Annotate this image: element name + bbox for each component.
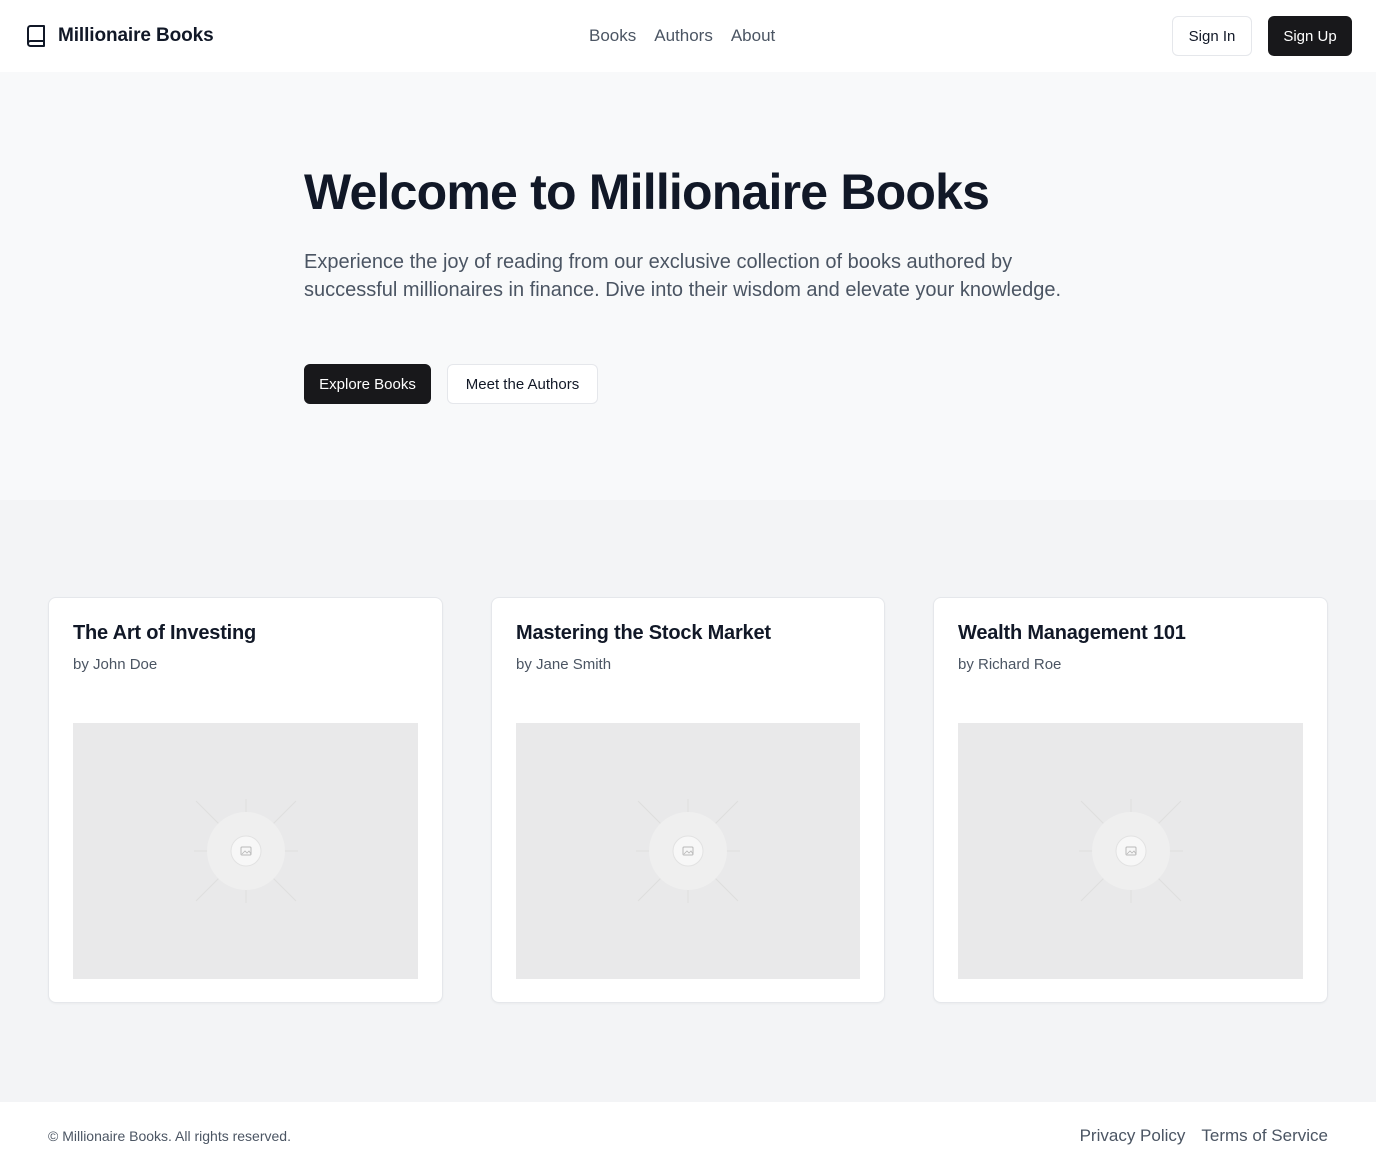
sign-in-button[interactable]: Sign In <box>1172 16 1252 56</box>
image-placeholder-icon <box>636 799 740 903</box>
book-card[interactable]: The Art of Investing by John Doe <box>48 597 443 1003</box>
brand-name: Millionaire Books <box>58 25 214 46</box>
book-author: by Jane Smith <box>516 656 612 673</box>
nav-link-about[interactable]: About <box>730 26 776 46</box>
site-header: Millionaire Books Books Authors About Si… <box>0 0 1376 72</box>
book-title: Mastering the Stock Market <box>516 622 771 644</box>
site-footer: © Millionaire Books. All rights reserved… <box>0 1102 1376 1172</box>
main-nav: Books Authors About <box>588 24 776 48</box>
explore-books-button[interactable]: Explore Books <box>304 364 431 404</box>
book-cover-placeholder <box>516 723 860 979</box>
sign-up-button[interactable]: Sign Up <box>1268 16 1352 56</box>
book-card[interactable]: Wealth Management 101 by Richard Roe <box>933 597 1328 1003</box>
nav-link-books[interactable]: Books <box>588 26 637 46</box>
hero-section: Welcome to Millionaire Books Experience … <box>0 72 1376 500</box>
image-placeholder-icon <box>193 799 298 903</box>
book-icon <box>24 24 48 48</box>
nav-link-authors[interactable]: Authors <box>653 26 714 46</box>
copyright-text: © Millionaire Books. All rights reserved… <box>48 1128 291 1144</box>
meet-authors-button[interactable]: Meet the Authors <box>447 364 598 404</box>
book-title: Wealth Management 101 <box>958 622 1186 644</box>
privacy-policy-link[interactable]: Privacy Policy <box>1080 1126 1186 1146</box>
terms-of-service-link[interactable]: Terms of Service <box>1201 1126 1328 1146</box>
brand-link[interactable]: Millionaire Books <box>24 22 214 50</box>
footer-nav: Privacy Policy Terms of Service <box>1080 1126 1328 1146</box>
book-cover-placeholder <box>73 723 418 979</box>
book-author: by Richard Roe <box>958 656 1062 673</box>
auth-actions: Sign In Sign Up <box>1172 16 1352 56</box>
hero-title: Welcome to Millionaire Books <box>304 164 990 220</box>
books-section: The Art of Investing by John Doe Masteri… <box>0 500 1376 1102</box>
hero-actions: Explore Books Meet the Authors <box>304 364 598 404</box>
book-card[interactable]: Mastering the Stock Market by Jane Smith <box>491 597 885 1003</box>
hero-description: Experience the joy of reading from our e… <box>304 251 1062 301</box>
image-placeholder-icon <box>1078 799 1183 903</box>
book-author: by John Doe <box>73 656 158 673</box>
book-cover-placeholder <box>958 723 1303 979</box>
book-title: The Art of Investing <box>73 622 257 644</box>
